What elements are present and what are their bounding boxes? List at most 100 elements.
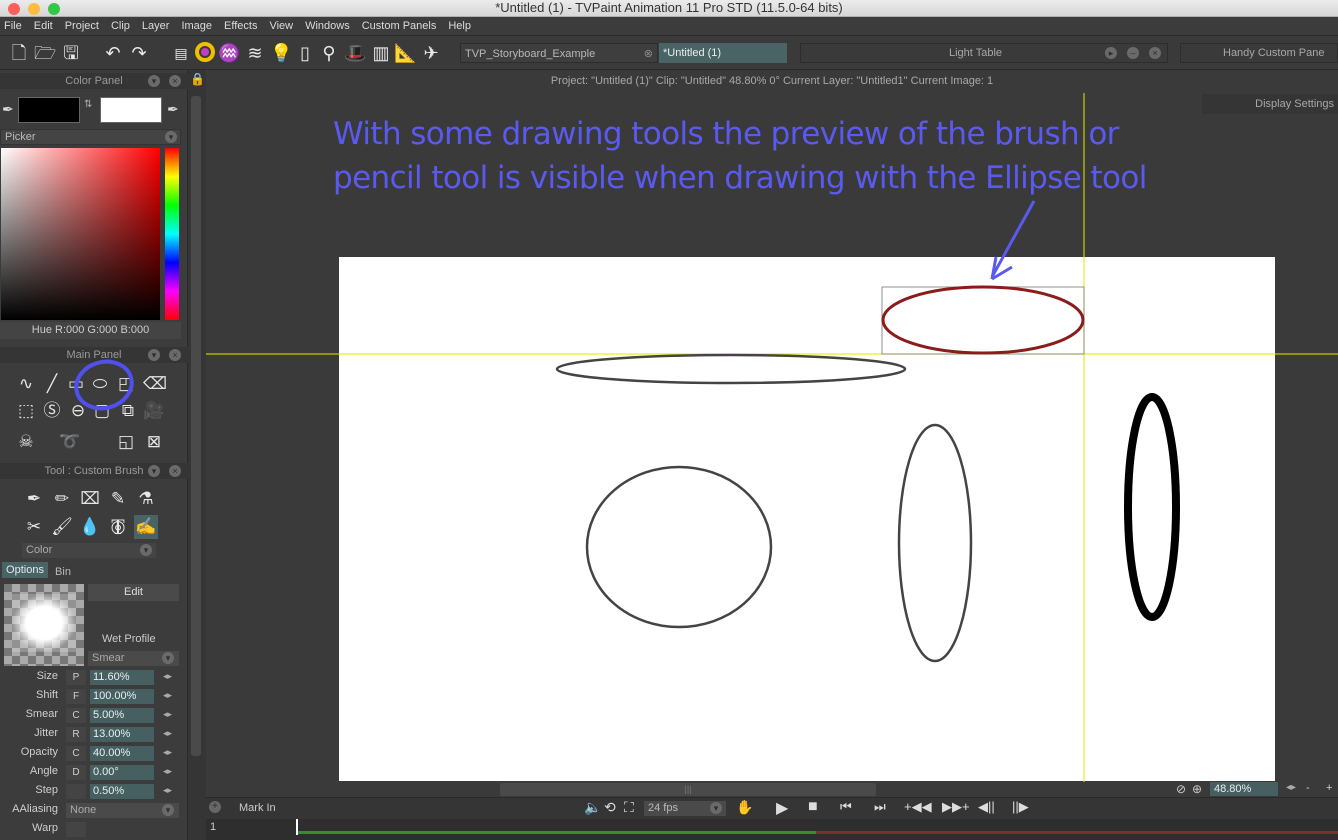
collapse-icon[interactable]: ▾ — [148, 465, 160, 477]
pencil-brush-icon[interactable]: ✎ — [106, 487, 130, 511]
menu-project[interactable]: Project — [61, 17, 107, 35]
lightbulb-icon[interactable]: 💡 — [270, 42, 292, 64]
saturation-value-field[interactable] — [1, 148, 160, 320]
tab-storyboard[interactable]: TVP_Storyboard_Example ⊗ — [460, 43, 658, 63]
secondary-color-swatch[interactable] — [100, 97, 162, 123]
smear-field[interactable]: 5.00% — [90, 708, 154, 723]
center-view-icon[interactable]: ⊕ — [1192, 782, 1202, 796]
marker-brush-icon[interactable]: ✏ — [50, 487, 74, 511]
next-key-icon[interactable]: ▶▶+ — [942, 799, 970, 815]
paper-plane-icon[interactable]: ✈ — [420, 42, 442, 64]
first-frame-icon[interactable]: ⏮ — [840, 799, 852, 815]
line-tool-icon[interactable]: ╱ — [40, 372, 64, 396]
camera-tool-icon[interactable]: 🎥 — [142, 399, 166, 423]
fullscreen-icon[interactable]: ⛶ — [624, 799, 634, 816]
toolbox-icon[interactable]: ▤ — [170, 42, 192, 64]
slider-arrows-icon[interactable]: ◂▸ — [163, 785, 172, 796]
shift-field[interactable]: 100.00% — [90, 689, 154, 704]
eyedropper-icon[interactable]: ✒ — [2, 101, 14, 118]
open-folder-icon[interactable]: 🗁 — [34, 42, 56, 64]
scrollbar-thumb[interactable] — [191, 96, 201, 756]
redo-icon[interactable]: ↷ — [128, 42, 150, 64]
undo-icon[interactable]: ↶ — [102, 42, 124, 64]
last-frame-icon[interactable]: ⏭ — [874, 799, 886, 815]
menu-image[interactable]: Image — [177, 17, 220, 35]
eraser-brush-icon[interactable]: ⌧ — [78, 487, 102, 511]
picker-mode-select[interactable]: Picker ▾ — [0, 129, 181, 145]
primary-color-swatch[interactable] — [18, 97, 80, 123]
magic-hat-icon[interactable]: 🎩 — [344, 42, 366, 64]
step-key[interactable] — [66, 784, 86, 799]
menu-edit[interactable]: Edit — [30, 17, 61, 35]
color-panel-header[interactable]: Color Panel ▾ × — [0, 73, 188, 89]
menu-layer[interactable]: Layer — [138, 17, 178, 35]
menu-help[interactable]: Help — [444, 17, 479, 35]
opacity-key[interactable]: C — [66, 746, 86, 761]
collapse-icon[interactable]: ▾ — [148, 349, 160, 361]
menu-view[interactable]: View — [265, 17, 301, 35]
swap-colors-icon[interactable]: ⇅ — [84, 99, 96, 121]
close-icon[interactable]: × — [169, 75, 181, 87]
library-icon[interactable]: ▥ — [370, 42, 392, 64]
water-brush-icon[interactable]: 💧 — [78, 515, 102, 539]
paper-tool-icon[interactable]: ◱ — [114, 430, 138, 454]
step-back-icon[interactable]: ◀|| — [978, 799, 995, 815]
close-window-button[interactable] — [8, 3, 20, 15]
menu-windows[interactable]: Windows — [301, 17, 358, 35]
jitter-key[interactable]: R — [66, 727, 86, 742]
slider-arrows-icon[interactable]: ◂▸ — [163, 766, 172, 777]
warp-key[interactable] — [66, 822, 86, 837]
size-key[interactable]: P — [66, 670, 86, 685]
cut-brush-icon[interactable]: ⬚ — [14, 399, 38, 423]
close-tab-icon[interactable]: ⊗ — [644, 44, 653, 64]
ruler-icon[interactable]: 📐 — [394, 42, 416, 64]
freehand-tool-icon[interactable]: ∿ — [14, 372, 38, 396]
minimize-window-button[interactable] — [28, 3, 40, 15]
play-icon[interactable]: ▶ — [776, 798, 788, 818]
minimize-panel-icon[interactable]: – — [1127, 47, 1139, 59]
tab-options[interactable]: Options — [2, 562, 48, 578]
skull-tool-icon[interactable]: ☠ — [14, 430, 38, 454]
edit-button[interactable]: Edit — [88, 584, 179, 601]
tab-untitled[interactable]: *Untitled (1) — [659, 43, 787, 63]
color-wheel-icon[interactable] — [194, 42, 216, 64]
paint-brush-icon[interactable]: 🖌 — [50, 515, 74, 539]
save-icon[interactable]: 🖫 — [60, 42, 82, 64]
mark-in-label[interactable]: Mark In — [239, 802, 276, 814]
zoom-arrows-icon[interactable]: ◂▸ — [1286, 782, 1296, 793]
loop-icon[interactable]: ⟲ — [604, 799, 616, 816]
hue-slider[interactable] — [165, 148, 179, 320]
smear-key[interactable]: C — [66, 708, 86, 723]
collapse-icon[interactable]: ▾ — [148, 75, 160, 87]
menu-custom-panels[interactable]: Custom Panels — [358, 17, 445, 35]
zoom-in-icon[interactable]: + — [1326, 782, 1332, 794]
fps-select[interactable]: 24 fps ▾ — [644, 801, 726, 816]
menu-clip[interactable]: Clip — [107, 17, 138, 35]
brush-stack-icon[interactable]: ♒ — [218, 42, 240, 64]
close-panel-icon[interactable]: × — [1149, 47, 1161, 59]
size-field[interactable]: 11.60% — [90, 670, 154, 685]
remote-icon[interactable]: ▯ — [294, 42, 316, 64]
eraser-tool-icon[interactable]: ⌫ — [143, 372, 167, 396]
step-field[interactable]: 0.50% — [90, 784, 154, 799]
custom-brush-icon[interactable]: ✂ — [22, 515, 46, 539]
add-icon[interactable]: + — [209, 801, 221, 813]
aaliasing-select[interactable]: None ▾ — [66, 803, 179, 818]
selection-tool-icon[interactable]: Ⓢ — [40, 399, 64, 423]
zoom-field[interactable]: 48.80% — [1210, 782, 1278, 796]
opacity-field[interactable]: 40.00% — [90, 746, 154, 761]
angle-key[interactable]: D — [66, 765, 86, 780]
brush-texture-preview[interactable] — [4, 584, 84, 666]
pen-brush-icon[interactable]: ✒ — [22, 487, 46, 511]
menu-effects[interactable]: Effects — [220, 17, 265, 35]
search-icon[interactable]: ⚲ — [318, 42, 340, 64]
close-icon[interactable]: × — [169, 465, 181, 477]
zoom-out-icon[interactable]: - — [1306, 782, 1310, 794]
shift-key[interactable]: F — [66, 689, 86, 704]
lock-icon[interactable]: 🔒 — [190, 72, 205, 86]
slider-arrows-icon[interactable]: ◂▸ — [163, 690, 172, 701]
hscroll-thumb[interactable]: ||| — [500, 783, 876, 796]
layers-icon[interactable]: ≋ — [244, 42, 266, 64]
menu-file[interactable]: File — [0, 17, 30, 35]
hand-icon[interactable]: ✋ — [736, 799, 753, 816]
